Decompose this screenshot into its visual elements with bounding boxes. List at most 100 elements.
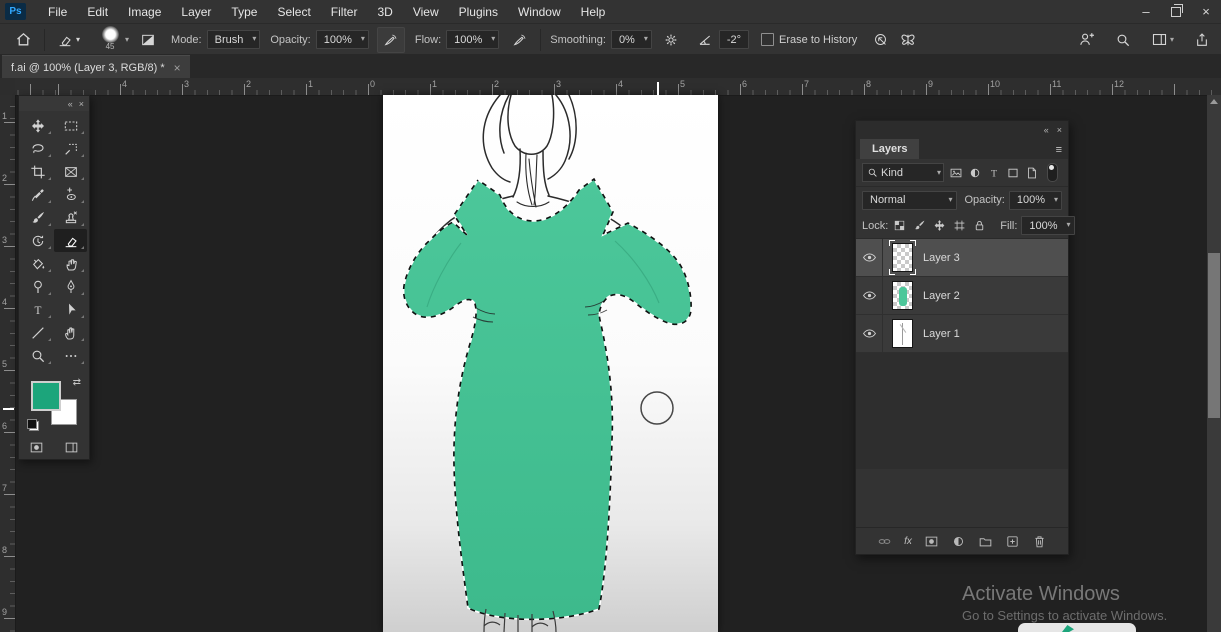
layer-thumbnail[interactable] [892, 319, 913, 348]
close-panel-icon[interactable]: × [1057, 125, 1062, 135]
add-layer-mask-icon[interactable] [924, 534, 939, 549]
workspace-switcher[interactable]: ▾ [1146, 28, 1179, 52]
clone-stamp-tool[interactable] [54, 206, 87, 229]
layer-row-layer-2[interactable]: Layer 2 [856, 277, 1068, 315]
history-brush-tool[interactable] [21, 229, 54, 252]
filter-kind-select[interactable]: Kind▾ [862, 163, 944, 182]
mode-select[interactable]: Brush▾ [207, 30, 261, 49]
vertical-ruler[interactable]: 123456789 [0, 95, 16, 632]
filter-pixel-layers-icon[interactable] [949, 166, 963, 180]
delete-layer-icon[interactable] [1032, 534, 1047, 549]
lock-pixels-icon[interactable] [913, 219, 926, 232]
link-layers-icon[interactable] [877, 534, 892, 549]
menu-file[interactable]: File [38, 2, 77, 22]
screen-mode-icon[interactable] [64, 440, 79, 455]
dodge-tool[interactable] [21, 275, 54, 298]
line-tool[interactable] [21, 321, 54, 344]
layer-fill-select[interactable]: 100%▾ [1021, 216, 1074, 235]
smoothing-options-button[interactable] [658, 28, 684, 52]
lasso-tool[interactable] [21, 137, 54, 160]
export-button[interactable] [1189, 28, 1215, 52]
menu-help[interactable]: Help [571, 2, 616, 22]
pressure-size-button[interactable] [867, 28, 894, 52]
home-button[interactable] [10, 28, 37, 52]
layer-row-layer-3[interactable]: Layer 3 [856, 239, 1068, 277]
close-button[interactable]: × [1191, 0, 1221, 23]
eyedropper-tool[interactable] [21, 183, 54, 206]
layer-row-layer-1[interactable]: Layer 1 [856, 315, 1068, 353]
vertical-scrollbar[interactable] [1207, 95, 1221, 632]
airbrush-button[interactable] [507, 28, 533, 52]
layer-visibility-toggle[interactable] [856, 239, 883, 276]
menu-filter[interactable]: Filter [321, 2, 368, 22]
layer-name[interactable]: Layer 3 [923, 252, 960, 264]
brush-tool[interactable] [21, 206, 54, 229]
tab-close-icon[interactable]: × [174, 61, 181, 75]
edit-toolbar-tool[interactable] [54, 344, 87, 367]
layer-visibility-toggle[interactable] [856, 315, 883, 352]
ruler-corner[interactable] [0, 78, 16, 96]
scrollbar-thumb[interactable] [1208, 253, 1220, 418]
menu-view[interactable]: View [403, 2, 449, 22]
filter-shape-layers-icon[interactable] [1006, 166, 1020, 180]
layer-name[interactable]: Layer 2 [923, 290, 960, 302]
layer-filter-toggle[interactable] [1047, 163, 1058, 182]
layer-visibility-toggle[interactable] [856, 277, 883, 314]
smudge-tool[interactable] [54, 252, 87, 275]
swap-colors-icon[interactable]: ⇄ [73, 377, 81, 388]
zoom-tool[interactable] [21, 344, 54, 367]
menu-select[interactable]: Select [267, 2, 320, 22]
eraser-tool[interactable] [54, 229, 87, 252]
quick-mask-icon[interactable] [29, 440, 44, 455]
gradient-tool[interactable] [21, 252, 54, 275]
new-adjustment-layer-icon[interactable] [951, 534, 966, 549]
menu-type[interactable]: Type [221, 2, 267, 22]
menu-plugins[interactable]: Plugins [449, 2, 508, 22]
share-document-button[interactable] [1073, 28, 1100, 52]
horizontal-ruler[interactable]: 43210123456789101112 [15, 78, 1221, 96]
filter-type-layers-icon[interactable] [987, 166, 1001, 180]
menu-edit[interactable]: Edit [77, 2, 118, 22]
layer-name[interactable]: Layer 1 [923, 328, 960, 340]
layer-style-icon[interactable]: fx [904, 536, 912, 547]
path-selection-tool[interactable] [54, 298, 87, 321]
crop-tool[interactable] [21, 160, 54, 183]
rectangular-marquee-tool[interactable] [54, 114, 87, 137]
filter-smart-objects-icon[interactable] [1025, 166, 1039, 180]
opacity-select[interactable]: 100%▾ [316, 30, 369, 49]
scroll-up-icon[interactable] [1210, 99, 1218, 104]
restore-button[interactable] [1161, 0, 1191, 23]
pressure-opacity-button[interactable] [377, 27, 405, 53]
brush-preset-picker[interactable]: 45 [95, 26, 125, 54]
frame-tool[interactable] [54, 160, 87, 183]
menu-image[interactable]: Image [118, 2, 171, 22]
lock-all-icon[interactable] [973, 219, 986, 232]
flow-select[interactable]: 100%▾ [446, 30, 499, 49]
foreground-color-swatch[interactable] [31, 381, 61, 411]
close-panel-icon[interactable]: × [79, 99, 84, 109]
object-selection-tool[interactable] [54, 137, 87, 160]
brush-settings-toggle[interactable] [135, 28, 161, 52]
blend-mode-select[interactable]: Normal▾ [862, 191, 957, 210]
layers-tab[interactable]: Layers [860, 139, 919, 159]
layer-opacity-select[interactable]: 100%▾ [1009, 191, 1062, 210]
tool-preset-eraser[interactable]: ▾ [52, 28, 85, 52]
document-tab[interactable]: f.ai @ 100% (Layer 3, RGB/8) * × [2, 55, 190, 79]
paint-symmetry-button[interactable] [894, 28, 922, 52]
menu-layer[interactable]: Layer [171, 2, 221, 22]
lock-transparency-icon[interactable] [893, 219, 906, 232]
collapse-panel-icon[interactable]: « [68, 99, 73, 109]
collapse-panel-icon[interactable]: « [1044, 125, 1049, 135]
layer-thumbnail[interactable] [892, 281, 913, 310]
menu-3d[interactable]: 3D [367, 2, 402, 22]
menu-window[interactable]: Window [508, 2, 571, 22]
erase-to-history-checkbox[interactable] [761, 33, 774, 46]
canvas[interactable] [383, 95, 718, 632]
smoothing-select[interactable]: 0%▾ [611, 30, 652, 49]
filter-adjustment-layers-icon[interactable] [968, 166, 982, 180]
lock-artboard-icon[interactable] [953, 219, 966, 232]
default-colors-icon[interactable] [27, 419, 39, 431]
panel-menu-icon[interactable]: ≡ [1056, 144, 1062, 156]
minimize-button[interactable]: – [1131, 0, 1161, 23]
type-tool[interactable] [21, 298, 54, 321]
